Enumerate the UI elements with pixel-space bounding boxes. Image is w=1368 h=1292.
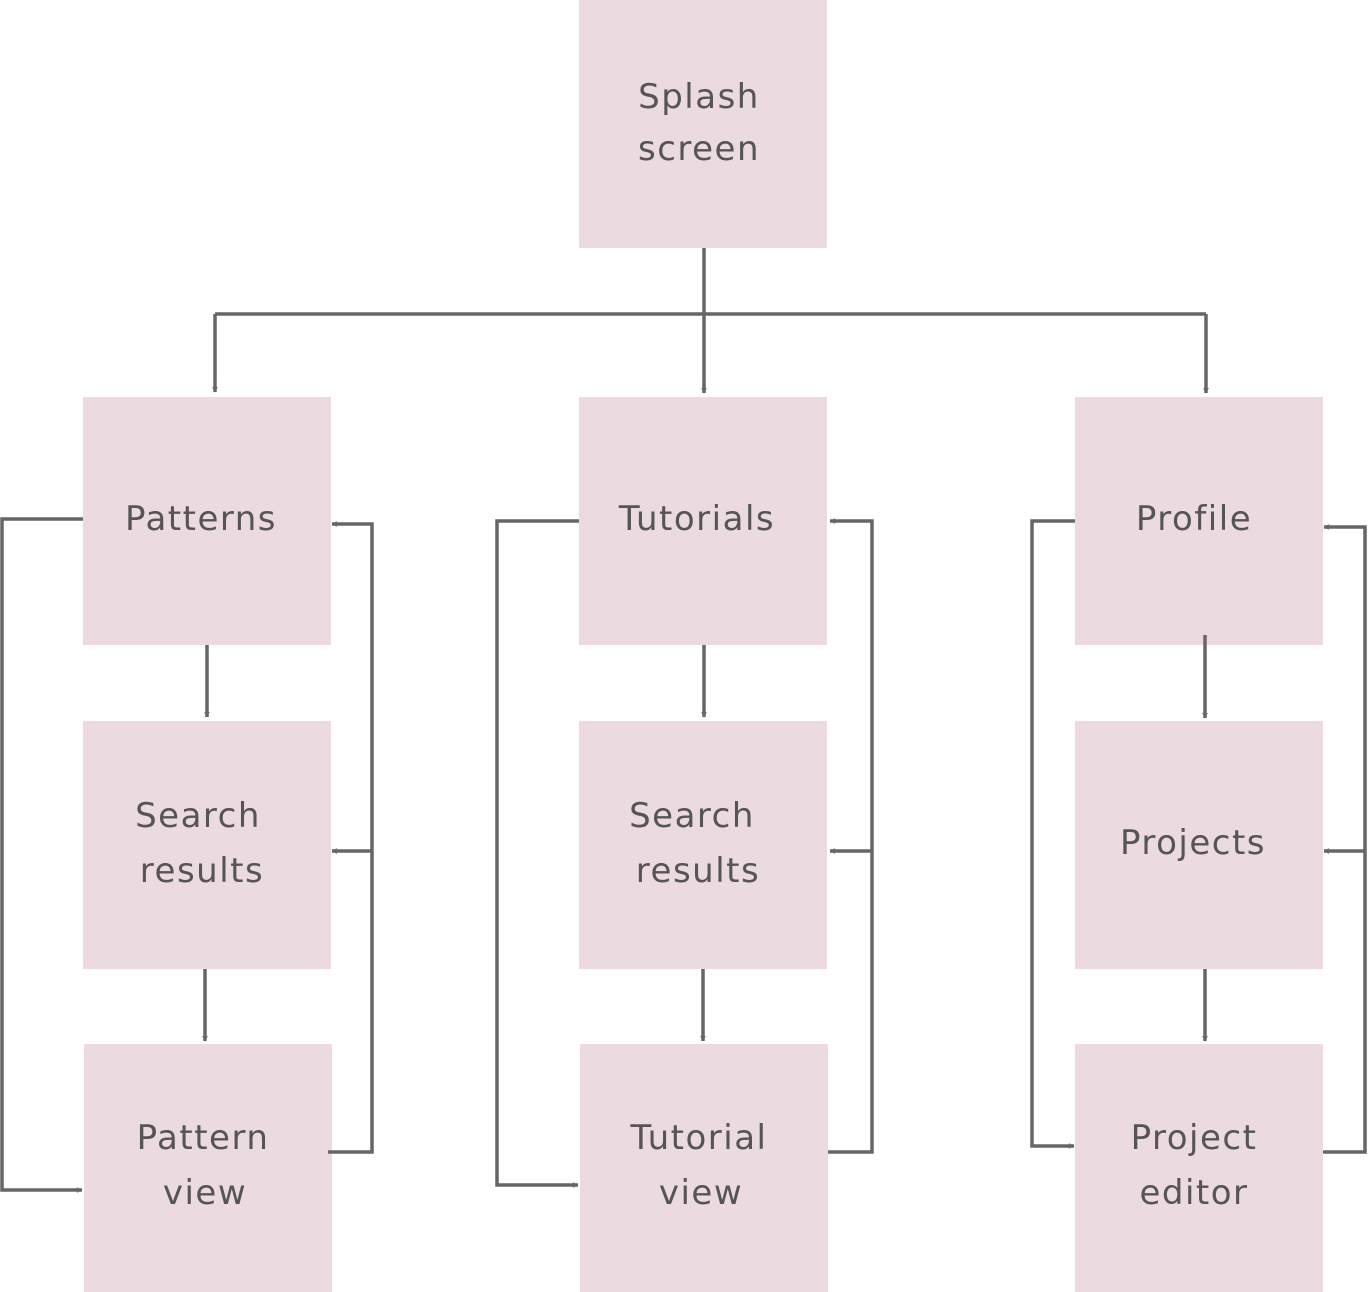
connectors-splash: [212, 248, 1209, 394]
flow-diagram: marker path{} Splash screen Patterns Tuto…: [0, 0, 1367, 1292]
node-pattern-search-results: Search results: [83, 721, 331, 969]
svg-text:Projects: Projects: [1120, 823, 1266, 863]
node-projects: Projects: [1075, 721, 1323, 969]
node-tutorial-search-results: Search results: [579, 721, 827, 969]
svg-text:Tutorials: Tutorials: [618, 499, 775, 539]
node-tutorial-view: Tutorial view: [580, 1044, 828, 1292]
node-pattern-view: Pattern view: [84, 1044, 332, 1292]
node-tutorials: Tutorials: [579, 397, 827, 645]
node-project-editor: Project editor: [1075, 1044, 1323, 1292]
node-patterns: Patterns: [83, 397, 331, 645]
node-splash-screen: Splash screen: [579, 0, 827, 248]
svg-text:Profile: Profile: [1136, 499, 1252, 539]
node-profile: Profile: [1075, 397, 1323, 645]
svg-text:Patterns: Patterns: [125, 499, 277, 539]
